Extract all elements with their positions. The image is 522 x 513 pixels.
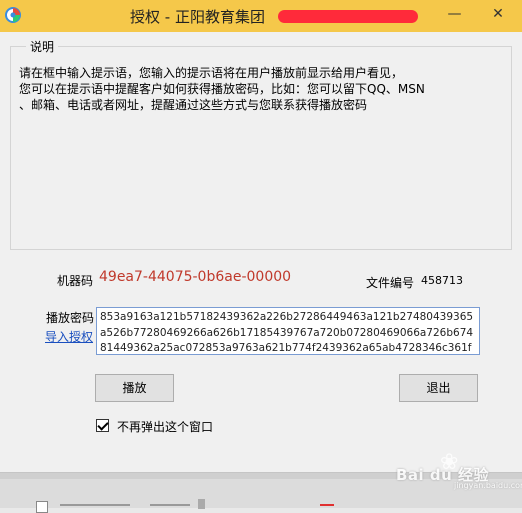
dialog-body: 说明 请在框中输入提示语，您输入的提示语将在用户播放前显示给用户看见， 您可以在… xyxy=(0,32,522,472)
background-slider-handle xyxy=(198,499,205,509)
no-popup-checkbox[interactable] xyxy=(96,419,109,432)
window-title: 授权 - 正阳教育集团 xyxy=(130,8,265,26)
title-bar: 授权 - 正阳教育集团 — ✕ xyxy=(0,0,522,33)
password-value: 853a9163a121b57182439362a226b27286449463… xyxy=(100,311,474,354)
instructions-legend: 说明 xyxy=(26,38,59,55)
background-red-fragment xyxy=(320,504,334,506)
instructions-text: 请在框中输入提示语，您输入的提示语将在用户播放前显示给用户看见， 您可以在提示语… xyxy=(19,65,499,113)
file-number-label: 文件编号 xyxy=(366,276,415,290)
machine-code-label: 机器码 xyxy=(57,274,94,288)
minimize-button[interactable]: — xyxy=(432,0,477,30)
background-checkbox xyxy=(36,501,48,513)
machine-code-value: 49ea7-44075-0b6ae-00000 xyxy=(99,269,292,285)
background-text-fragment xyxy=(60,504,130,506)
file-number-value: 458713 xyxy=(421,274,463,287)
close-button[interactable]: ✕ xyxy=(474,0,522,30)
instructions-line: 您可以在提示语中提醒客户如何获得播放密码，比如：您可以留下QQ、MSN xyxy=(19,82,425,96)
instructions-line: 请在框中输入提示语，您输入的提示语将在用户播放前显示给用户看见， xyxy=(19,66,404,80)
redaction-mark xyxy=(278,10,418,23)
app-logo-icon xyxy=(5,7,21,23)
background-text-fragment xyxy=(150,504,190,506)
play-button[interactable]: 播放 xyxy=(95,374,174,402)
instructions-group: 说明 请在框中输入提示语，您输入的提示语将在用户播放前显示给用户看见， 您可以在… xyxy=(10,38,512,250)
password-label: 播放密码 xyxy=(46,311,95,325)
password-input[interactable]: 853a9163a121b57182439362a226b27286449463… xyxy=(96,307,480,355)
baidu-watermark: ❀ Bai du 经验 jingyan.baidu.com xyxy=(396,448,522,490)
instructions-line: 、邮箱、电话或者网址，提醒通过这些方式与您联系获得播放密码 xyxy=(19,98,368,112)
no-popup-label: 不再弹出这个窗口 xyxy=(117,420,214,434)
exit-button[interactable]: 退出 xyxy=(399,374,478,402)
watermark-sub: jingyan.baidu.com xyxy=(454,481,522,490)
import-authorization-link[interactable]: 导入授权 xyxy=(45,328,93,345)
